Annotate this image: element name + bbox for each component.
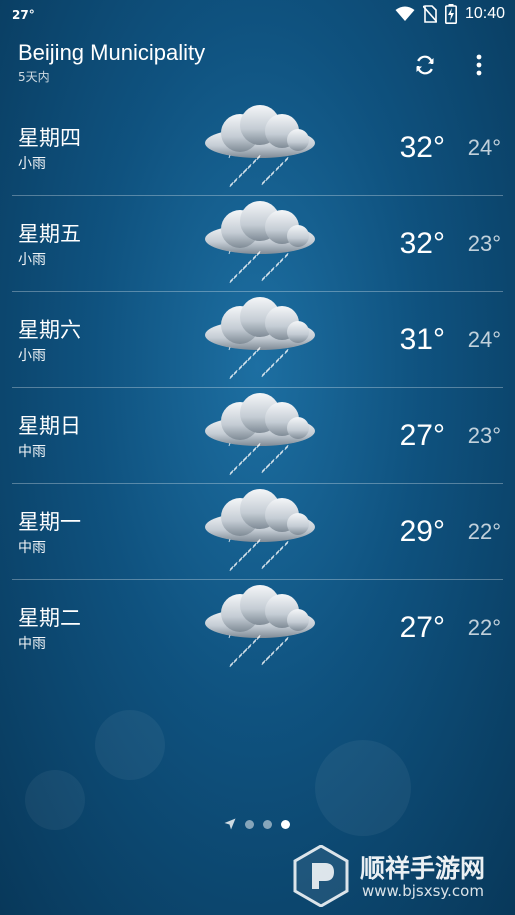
forecast-condition: 小雨 [18, 252, 46, 268]
watermark-brand: 顺祥手游网 [360, 854, 486, 883]
forecast-row[interactable]: 星期日 中雨 27° 23° [0, 388, 515, 484]
forecast-condition: 中雨 [18, 636, 46, 652]
rain-cloud-icon [205, 201, 315, 284]
forecast-condition: 中雨 [18, 540, 46, 556]
forecast-high-temp: 27° [399, 419, 445, 452]
no-sim-icon [422, 5, 437, 23]
forecast-high-temp: 27° [399, 611, 445, 644]
background-bokeh [25, 770, 85, 830]
forecast-low-temp: 22° [467, 519, 501, 544]
forecast-row[interactable]: 星期五 小雨 32° 23° [0, 196, 515, 292]
forecast-range-subtitle: 5天内 [18, 70, 50, 84]
battery-charging-icon [444, 4, 457, 24]
background-bokeh [315, 740, 411, 836]
watermark: 顺祥手游网 www.bjsxsy.com [292, 845, 507, 907]
page-dot[interactable] [245, 819, 254, 829]
forecast-condition: 中雨 [18, 444, 46, 460]
rain-cloud-icon [205, 393, 315, 476]
location-arrow-icon[interactable] [224, 818, 236, 830]
watermark-logo-icon [293, 845, 349, 907]
rain-cloud-icon [205, 297, 315, 380]
watermark-url: www.bjsxsy.com [362, 882, 484, 900]
app-bar: Beijing Municipality 5天内 [0, 36, 515, 92]
forecast-day: 星期二 [18, 606, 81, 630]
forecast-low-temp: 23° [467, 231, 501, 256]
page-indicator [224, 818, 290, 830]
forecast-low-temp: 24° [467, 135, 501, 160]
page-dot-active[interactable] [281, 819, 290, 829]
status-temperature: 27° [12, 8, 35, 22]
forecast-low-temp: 23° [467, 423, 501, 448]
forecast-day: 星期五 [18, 222, 81, 246]
status-bar: 27° 10:40 [0, 0, 515, 30]
forecast-list: 星期四 小雨 32° 24° 星期五 小雨 32° 23° 星期六 小雨 31°… [0, 100, 515, 676]
forecast-row[interactable]: 星期一 中雨 29° 22° [0, 484, 515, 580]
forecast-day: 星期日 [18, 414, 81, 438]
refresh-icon [416, 55, 434, 75]
more-options-button[interactable] [466, 48, 492, 82]
forecast-high-temp: 32° [399, 227, 445, 260]
forecast-condition: 小雨 [18, 156, 46, 172]
refresh-button[interactable] [408, 48, 442, 82]
status-time: 10:40 [464, 5, 505, 22]
forecast-day: 星期四 [18, 126, 81, 150]
forecast-high-temp: 32° [399, 131, 445, 164]
more-vert-icon [476, 54, 482, 76]
forecast-day: 星期六 [18, 318, 81, 342]
forecast-row[interactable]: 星期四 小雨 32° 24° [0, 100, 515, 196]
rain-cloud-icon [205, 489, 315, 572]
forecast-low-temp: 24° [467, 327, 501, 352]
forecast-row[interactable]: 星期六 小雨 31° 24° [0, 292, 515, 388]
forecast-high-temp: 29° [399, 515, 445, 548]
city-title: Beijing Municipality [18, 40, 206, 65]
background-bokeh [95, 710, 165, 780]
forecast-high-temp: 31° [399, 323, 445, 356]
wifi-icon [395, 6, 415, 21]
forecast-row[interactable]: 星期二 中雨 27° 22° [0, 580, 515, 676]
page-dot[interactable] [263, 819, 272, 829]
status-icons: 10:40 [395, 4, 505, 24]
forecast-day: 星期一 [18, 510, 81, 534]
rain-cloud-icon [205, 585, 315, 668]
rain-cloud-icon [205, 105, 315, 188]
forecast-low-temp: 22° [467, 615, 501, 640]
forecast-condition: 小雨 [18, 348, 46, 364]
